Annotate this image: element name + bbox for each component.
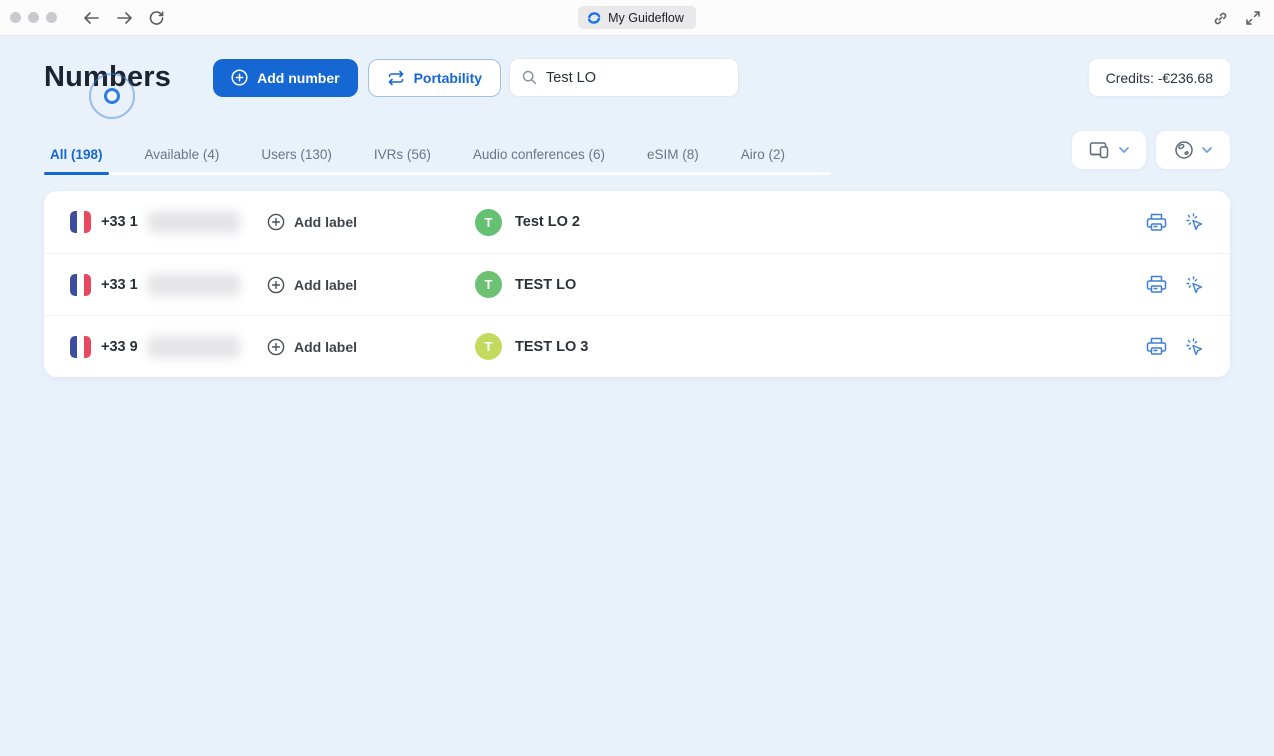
number-name: Test LO 2 (515, 214, 580, 230)
number-name: TEST LO (515, 277, 576, 293)
numbers-table: +33 1 Add label T Test LO 2 (44, 191, 1230, 377)
credits-badge: Credits: -€236.68 (1089, 59, 1230, 96)
search-field[interactable] (509, 58, 739, 97)
page-title: Numbers (44, 61, 171, 94)
tab-esim[interactable]: eSIM (8) (641, 147, 705, 175)
table-row[interactable]: +33 1 Add label T Test LO 2 (44, 191, 1230, 253)
add-label-text: Add label (294, 214, 357, 230)
plus-circle-icon (231, 69, 248, 86)
table-row[interactable]: +33 9 Add label T TEST LO 3 (44, 315, 1230, 377)
number-name: TEST LO 3 (515, 339, 588, 355)
tab-ivrs[interactable]: IVRs (56) (368, 147, 437, 175)
print-icon[interactable] (1146, 275, 1167, 294)
devices-icon (1089, 141, 1111, 159)
device-filter-dropdown[interactable] (1072, 131, 1146, 169)
window-dot (46, 12, 57, 23)
add-label-button[interactable]: Add label (267, 213, 475, 231)
add-label-text: Add label (294, 277, 357, 293)
back-icon[interactable] (83, 11, 100, 25)
avatar: T (475, 271, 502, 298)
chevron-down-icon (1202, 147, 1212, 153)
phone-prefix: +33 1 (101, 277, 138, 293)
forward-icon[interactable] (116, 11, 133, 25)
portability-label: Portability (414, 70, 482, 86)
reload-icon[interactable] (149, 10, 164, 25)
tabs-bar: All (198) Available (4) Users (130) IVRs… (44, 147, 791, 175)
window-dot (10, 12, 21, 23)
avatar: T (475, 333, 502, 360)
add-number-button[interactable]: Add number (213, 59, 357, 97)
share-link-icon[interactable] (1213, 11, 1228, 26)
tab-available[interactable]: Available (4) (139, 147, 226, 175)
add-label-button[interactable]: Add label (267, 338, 475, 356)
magic-cursor-icon[interactable] (1184, 212, 1204, 232)
redacted-number (148, 211, 240, 233)
table-row[interactable]: +33 1 Add label T TEST LO (44, 253, 1230, 315)
tab-users[interactable]: Users (130) (255, 147, 338, 175)
window-controls (10, 12, 57, 23)
search-icon (522, 69, 537, 86)
magic-cursor-icon[interactable] (1184, 337, 1204, 357)
search-input[interactable] (546, 70, 726, 86)
plus-circle-icon (267, 276, 285, 294)
guideflow-logo-icon (587, 11, 601, 25)
magic-cursor-icon[interactable] (1184, 275, 1204, 295)
france-flag-icon (70, 211, 91, 233)
france-flag-icon (70, 336, 91, 358)
print-icon[interactable] (1146, 213, 1167, 232)
phone-prefix: +33 1 (101, 214, 138, 230)
tab-airo[interactable]: Airo (2) (735, 147, 791, 175)
print-icon[interactable] (1146, 337, 1167, 356)
chevron-down-icon (1119, 147, 1129, 153)
window-dot (28, 12, 39, 23)
browser-tab-title: My Guideflow (608, 11, 684, 25)
numbers-page: Numbers Add number Portability Credits: … (0, 36, 1274, 756)
plus-circle-icon (267, 213, 285, 231)
region-filter-dropdown[interactable] (1156, 131, 1230, 169)
portability-button[interactable]: Portability (368, 59, 501, 97)
redacted-number (148, 336, 240, 358)
tab-all[interactable]: All (198) (44, 147, 109, 175)
transfer-icon (387, 70, 405, 86)
add-number-label: Add number (257, 70, 339, 86)
france-flag-icon (70, 274, 91, 296)
avatar: T (475, 209, 502, 236)
fullscreen-icon[interactable] (1246, 11, 1260, 25)
phone-prefix: +33 9 (101, 339, 138, 355)
browser-chrome: My Guideflow (0, 0, 1274, 36)
redacted-number (148, 274, 240, 296)
add-label-button[interactable]: Add label (267, 276, 475, 294)
add-label-text: Add label (294, 339, 357, 355)
plus-circle-icon (267, 338, 285, 356)
globe-icon (1174, 140, 1194, 160)
tab-audio-conferences[interactable]: Audio conferences (6) (467, 147, 611, 175)
browser-tab[interactable]: My Guideflow (578, 6, 696, 29)
